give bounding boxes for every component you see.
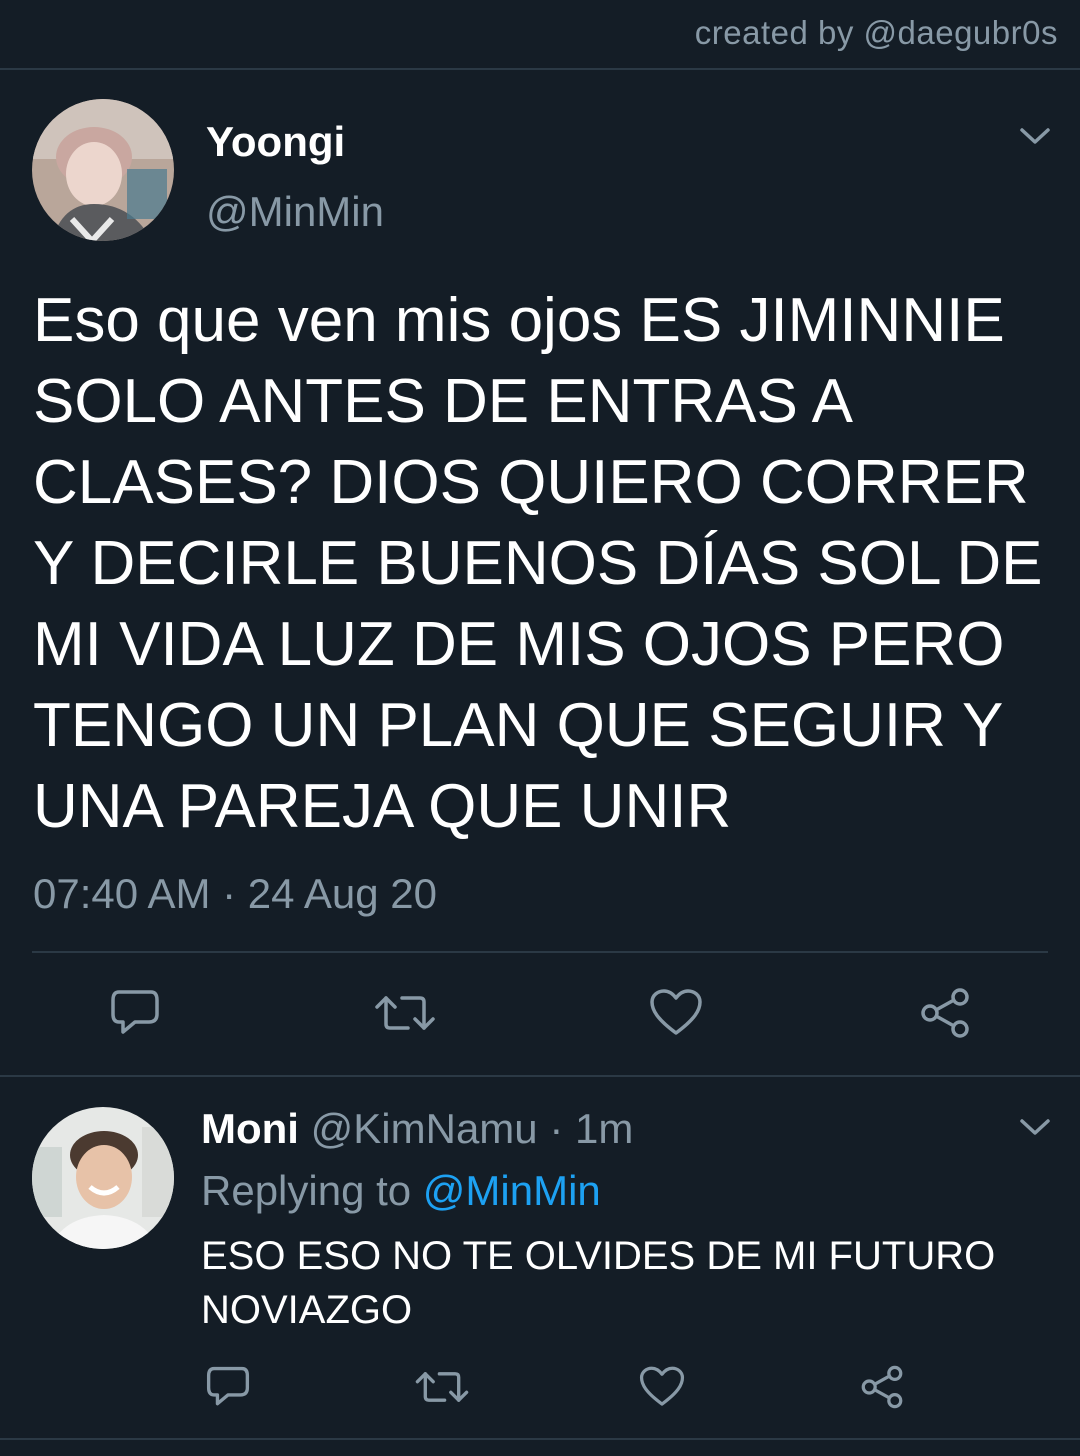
credit-text: created by @daegubr0s [694, 14, 1058, 51]
reply-header: Moni @KimNamu · 1m [201, 1105, 633, 1153]
replying-mention-link[interactable]: @MinMin [423, 1167, 601, 1214]
reply-icon[interactable] [105, 985, 165, 1041]
replying-to-line: Replying to @MinMin [201, 1167, 601, 1215]
reply-text: ESO ESO NO TE OLVIDES DE MI FUTURO NOVIA… [201, 1234, 996, 1332]
share-icon[interactable] [915, 985, 975, 1041]
avatar-moni[interactable] [32, 1107, 174, 1249]
tweet-separator [0, 1075, 1080, 1077]
share-icon[interactable] [856, 1362, 908, 1412]
retweet-icon[interactable] [370, 985, 440, 1041]
retweet-icon[interactable] [412, 1362, 472, 1412]
replying-label: Replying to [201, 1167, 412, 1214]
bottom-divider [0, 1438, 1080, 1440]
tweet-text: Eso que ven mis ojos ES JIMINNIE SOLO AN… [33, 286, 1043, 841]
reply-time[interactable]: 1m [575, 1105, 633, 1152]
tweet-timestamp[interactable]: 07:40 AM · 24 Aug 20 [33, 870, 437, 918]
tweet-divider [32, 951, 1048, 953]
chevron-down-icon[interactable] [1018, 124, 1052, 153]
like-icon[interactable] [636, 1362, 688, 1412]
reply-icon[interactable] [202, 1362, 254, 1412]
header-divider [0, 68, 1080, 70]
reply-handle[interactable]: @KimNamu [311, 1105, 538, 1152]
chevron-down-icon[interactable] [1018, 1115, 1052, 1144]
like-icon[interactable] [646, 985, 706, 1041]
reply-display-name[interactable]: Moni [201, 1105, 299, 1152]
reply-separator: · [549, 1105, 564, 1152]
display-name[interactable]: Yoongi [206, 118, 345, 166]
user-handle[interactable]: @MinMin [206, 188, 384, 236]
avatar-yoongi[interactable] [32, 99, 174, 241]
